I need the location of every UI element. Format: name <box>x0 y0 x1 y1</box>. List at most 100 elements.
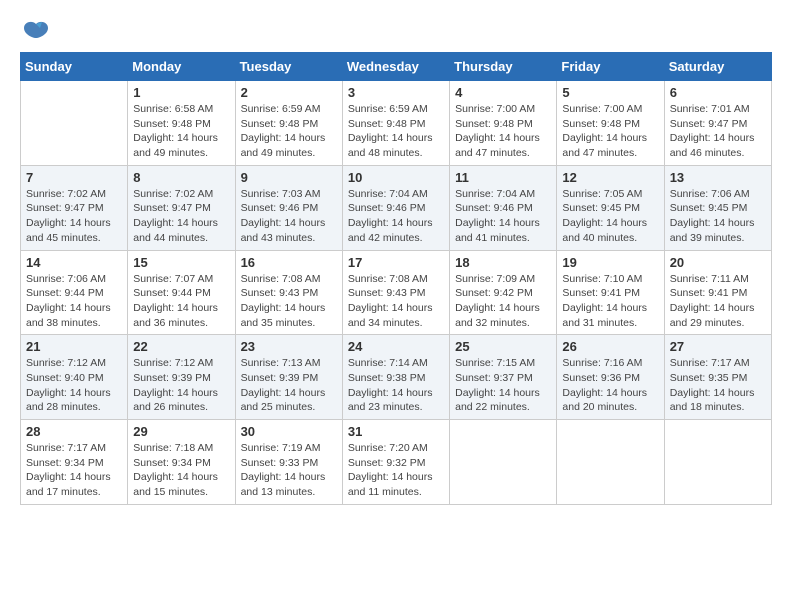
calendar-cell: 10 Sunrise: 7:04 AM Sunset: 9:46 PM Dayli… <box>342 165 449 250</box>
day-info-text: Sunrise: 7:14 AM Sunset: 9:38 PM Dayligh… <box>348 356 444 415</box>
day-number: 19 <box>562 255 658 270</box>
calendar-cell: 14Sunrise: 7:06 AM Sunset: 9:44 PM Dayli… <box>21 250 128 335</box>
calendar-cell: 24 Sunrise: 7:14 AM Sunset: 9:38 PM Dayli… <box>342 335 449 420</box>
day-number: 3 <box>348 85 444 100</box>
day-number: 30 <box>241 424 337 439</box>
day-number: 31 <box>348 424 444 439</box>
day-number: 23 <box>241 339 337 354</box>
weekday-header-tuesday: Tuesday <box>235 53 342 81</box>
calendar-cell: 17 Sunrise: 7:08 AM Sunset: 9:43 PM Dayli… <box>342 250 449 335</box>
day-info-text: Sunrise: 7:11 AM Sunset: 9:41 PM Dayligh… <box>670 272 766 331</box>
calendar-cell: 18Sunrise: 7:09 AM Sunset: 9:42 PM Dayli… <box>450 250 557 335</box>
day-number: 16 <box>241 255 337 270</box>
day-info-text: Sunrise: 6:59 AM Sunset: 9:48 PM Dayligh… <box>241 102 337 161</box>
weekday-header-thursday: Thursday <box>450 53 557 81</box>
weekday-header-saturday: Saturday <box>664 53 771 81</box>
logo-bird-icon <box>22 20 50 42</box>
calendar-cell <box>450 420 557 505</box>
day-info-text: Sunrise: 7:15 AM Sunset: 9:37 PM Dayligh… <box>455 356 551 415</box>
day-info-text: Sunrise: 7:20 AM Sunset: 9:32 PM Dayligh… <box>348 441 444 500</box>
day-number: 24 <box>348 339 444 354</box>
calendar-week-row: 14Sunrise: 7:06 AM Sunset: 9:44 PM Dayli… <box>21 250 772 335</box>
day-info-text: Sunrise: 7:01 AM Sunset: 9:47 PM Dayligh… <box>670 102 766 161</box>
weekday-header-wednesday: Wednesday <box>342 53 449 81</box>
calendar-cell: 19 Sunrise: 7:10 AM Sunset: 9:41 PM Dayli… <box>557 250 664 335</box>
day-number: 10 <box>348 170 444 185</box>
day-info-text: Sunrise: 7:06 AM Sunset: 9:45 PM Dayligh… <box>670 187 766 246</box>
calendar-cell: 31 Sunrise: 7:20 AM Sunset: 9:32 PM Dayli… <box>342 420 449 505</box>
weekday-header-friday: Friday <box>557 53 664 81</box>
day-number: 13 <box>670 170 766 185</box>
day-info-text: Sunrise: 7:02 AM Sunset: 9:47 PM Dayligh… <box>133 187 229 246</box>
day-info-text: Sunrise: 7:00 AM Sunset: 9:48 PM Dayligh… <box>455 102 551 161</box>
calendar-cell: 21 Sunrise: 7:12 AM Sunset: 9:40 PM Dayli… <box>21 335 128 420</box>
calendar-cell: 9Sunrise: 7:03 AM Sunset: 9:46 PM Daylig… <box>235 165 342 250</box>
day-info-text: Sunrise: 6:59 AM Sunset: 9:48 PM Dayligh… <box>348 102 444 161</box>
calendar-cell: 22Sunrise: 7:12 AM Sunset: 9:39 PM Dayli… <box>128 335 235 420</box>
day-number: 7 <box>26 170 122 185</box>
day-number: 1 <box>133 85 229 100</box>
day-info-text: Sunrise: 7:07 AM Sunset: 9:44 PM Dayligh… <box>133 272 229 331</box>
day-info-text: Sunrise: 7:17 AM Sunset: 9:34 PM Dayligh… <box>26 441 122 500</box>
calendar-cell <box>557 420 664 505</box>
calendar-week-row: 7 Sunrise: 7:02 AM Sunset: 9:47 PM Daylig… <box>21 165 772 250</box>
day-number: 18 <box>455 255 551 270</box>
calendar-cell: 27 Sunrise: 7:17 AM Sunset: 9:35 PM Dayli… <box>664 335 771 420</box>
day-info-text: Sunrise: 7:16 AM Sunset: 9:36 PM Dayligh… <box>562 356 658 415</box>
day-number: 20 <box>670 255 766 270</box>
calendar-cell <box>664 420 771 505</box>
day-number: 5 <box>562 85 658 100</box>
day-info-text: Sunrise: 7:03 AM Sunset: 9:46 PM Dayligh… <box>241 187 337 246</box>
weekday-header-monday: Monday <box>128 53 235 81</box>
day-number: 28 <box>26 424 122 439</box>
calendar-cell: 7 Sunrise: 7:02 AM Sunset: 9:47 PM Daylig… <box>21 165 128 250</box>
day-number: 4 <box>455 85 551 100</box>
day-info-text: Sunrise: 7:02 AM Sunset: 9:47 PM Dayligh… <box>26 187 122 246</box>
calendar-cell: 12 Sunrise: 7:05 AM Sunset: 9:45 PM Dayli… <box>557 165 664 250</box>
day-number: 2 <box>241 85 337 100</box>
calendar-cell: 2 Sunrise: 6:59 AM Sunset: 9:48 PM Daylig… <box>235 81 342 166</box>
day-number: 12 <box>562 170 658 185</box>
calendar-cell: 1 Sunrise: 6:58 AM Sunset: 9:48 PM Daylig… <box>128 81 235 166</box>
calendar-cell: 11 Sunrise: 7:04 AM Sunset: 9:46 PM Dayli… <box>450 165 557 250</box>
day-number: 22 <box>133 339 229 354</box>
day-info-text: Sunrise: 7:05 AM Sunset: 9:45 PM Dayligh… <box>562 187 658 246</box>
day-info-text: Sunrise: 7:08 AM Sunset: 9:43 PM Dayligh… <box>348 272 444 331</box>
calendar-cell: 4 Sunrise: 7:00 AM Sunset: 9:48 PM Daylig… <box>450 81 557 166</box>
day-info-text: Sunrise: 7:18 AM Sunset: 9:34 PM Dayligh… <box>133 441 229 500</box>
day-info-text: Sunrise: 7:00 AM Sunset: 9:48 PM Dayligh… <box>562 102 658 161</box>
calendar-week-row: 1 Sunrise: 6:58 AM Sunset: 9:48 PM Daylig… <box>21 81 772 166</box>
logo <box>20 20 50 42</box>
weekday-header-row: SundayMondayTuesdayWednesdayThursdayFrid… <box>21 53 772 81</box>
day-number: 21 <box>26 339 122 354</box>
day-info-text: Sunrise: 7:17 AM Sunset: 9:35 PM Dayligh… <box>670 356 766 415</box>
calendar-cell: 28 Sunrise: 7:17 AM Sunset: 9:34 PM Dayli… <box>21 420 128 505</box>
calendar-cell: 26Sunrise: 7:16 AM Sunset: 9:36 PM Dayli… <box>557 335 664 420</box>
day-info-text: Sunrise: 7:12 AM Sunset: 9:40 PM Dayligh… <box>26 356 122 415</box>
header <box>20 20 772 42</box>
day-number: 15 <box>133 255 229 270</box>
calendar-cell: 25 Sunrise: 7:15 AM Sunset: 9:37 PM Dayli… <box>450 335 557 420</box>
calendar-cell: 16Sunrise: 7:08 AM Sunset: 9:43 PM Dayli… <box>235 250 342 335</box>
calendar-cell: 6 Sunrise: 7:01 AM Sunset: 9:47 PM Daylig… <box>664 81 771 166</box>
day-number: 8 <box>133 170 229 185</box>
day-info-text: Sunrise: 7:10 AM Sunset: 9:41 PM Dayligh… <box>562 272 658 331</box>
calendar-table: SundayMondayTuesdayWednesdayThursdayFrid… <box>20 52 772 505</box>
calendar-cell: 8 Sunrise: 7:02 AM Sunset: 9:47 PM Daylig… <box>128 165 235 250</box>
day-info-text: Sunrise: 7:04 AM Sunset: 9:46 PM Dayligh… <box>455 187 551 246</box>
day-number: 11 <box>455 170 551 185</box>
calendar-cell <box>21 81 128 166</box>
day-info-text: Sunrise: 7:13 AM Sunset: 9:39 PM Dayligh… <box>241 356 337 415</box>
calendar-cell: 30Sunrise: 7:19 AM Sunset: 9:33 PM Dayli… <box>235 420 342 505</box>
calendar-cell: 3 Sunrise: 6:59 AM Sunset: 9:48 PM Daylig… <box>342 81 449 166</box>
day-number: 6 <box>670 85 766 100</box>
day-number: 27 <box>670 339 766 354</box>
weekday-header-sunday: Sunday <box>21 53 128 81</box>
day-number: 17 <box>348 255 444 270</box>
day-number: 25 <box>455 339 551 354</box>
calendar-cell: 23 Sunrise: 7:13 AM Sunset: 9:39 PM Dayli… <box>235 335 342 420</box>
calendar-cell: 15 Sunrise: 7:07 AM Sunset: 9:44 PM Dayli… <box>128 250 235 335</box>
day-info-text: Sunrise: 7:04 AM Sunset: 9:46 PM Dayligh… <box>348 187 444 246</box>
day-info-text: Sunrise: 6:58 AM Sunset: 9:48 PM Dayligh… <box>133 102 229 161</box>
day-number: 14 <box>26 255 122 270</box>
